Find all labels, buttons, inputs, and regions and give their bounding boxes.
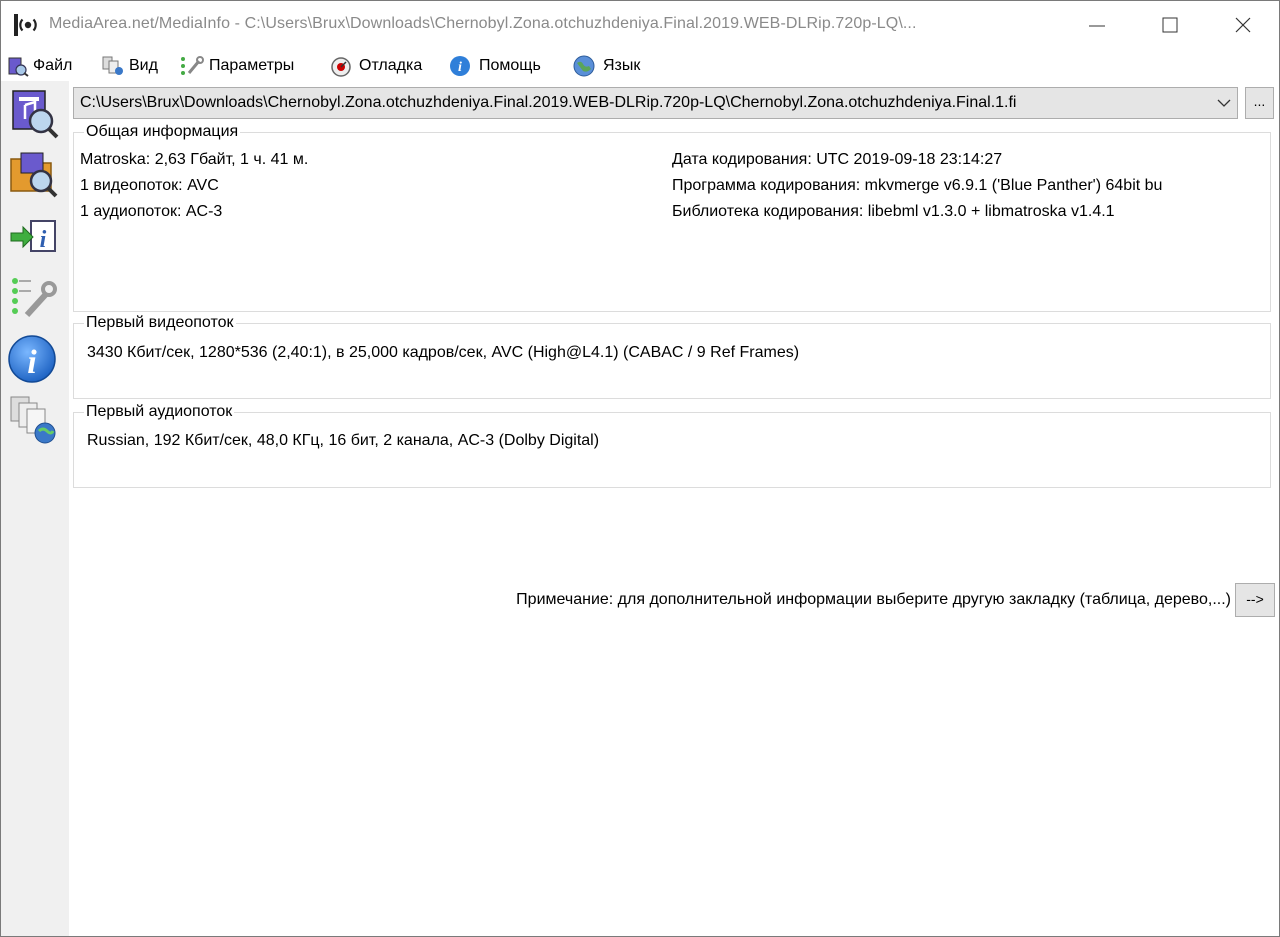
menu-language-label: Язык (603, 57, 641, 74)
video-stream-title: Первый видеопоток (84, 313, 236, 333)
minimize-button[interactable] (1061, 1, 1133, 49)
options-icon (181, 56, 204, 75)
video-stream-info: 3430 Кбит/сек, 1280*536 (2,40:1), в 25,0… (87, 344, 800, 361)
language-icon (573, 55, 595, 77)
menu-debug[interactable]: Отладка (329, 54, 422, 78)
title-bar[interactable]: MediaArea.net/MediaInfo - C:\Users\Brux\… (1, 1, 1279, 49)
minimize-icon (1089, 25, 1105, 27)
next-view-button[interactable]: --> (1235, 583, 1275, 617)
menu-options[interactable]: Параметры (179, 54, 294, 78)
svg-text:i: i (40, 227, 47, 253)
help-icon: i (450, 56, 470, 76)
close-button[interactable] (1207, 1, 1279, 49)
general-left-line-3: 1 аудиопоток: AC-3 (80, 203, 223, 220)
about-button[interactable]: i (7, 333, 61, 387)
menu-help[interactable]: i Помощь (449, 54, 541, 78)
view-icon (102, 56, 123, 75)
svg-text:i: i (27, 344, 37, 381)
preferences-icon (12, 278, 57, 318)
debug-icon (331, 57, 351, 77)
file-icon (8, 57, 29, 77)
main-content: C:\Users\Brux\Downloads\Chernobyl.Zona.o… (69, 81, 1279, 936)
menu-language[interactable]: Язык (573, 54, 640, 78)
preferences-button[interactable] (7, 273, 61, 327)
menu-bar: Файл Вид Параметры Отладка i Помощь Язык (1, 51, 1279, 81)
left-toolbar: i i (1, 81, 69, 936)
audio-stream-title: Первый аудиопоток (84, 402, 235, 422)
open-file-icon (12, 90, 59, 139)
knowledge-base-icon (10, 396, 56, 444)
general-info-title: Общая информация (84, 122, 241, 142)
file-selector-value: C:\Users\Brux\Downloads\Chernobyl.Zona.o… (80, 94, 1017, 111)
general-info-group: Общая информация Matroska: 2,63 Гбайт, 1… (73, 122, 1271, 312)
menu-options-label: Параметры (209, 57, 295, 74)
menu-view[interactable]: Вид (101, 54, 158, 78)
file-selector-dropdown[interactable]: C:\Users\Brux\Downloads\Chernobyl.Zona.o… (73, 87, 1238, 119)
video-stream-group: Первый видеопоток 3430 Кбит/сек, 1280*53… (73, 313, 1271, 399)
browse-button[interactable]: ... (1245, 87, 1274, 119)
general-left-line-2: 1 видеопоток: AVC (80, 177, 219, 194)
note-text: Примечание: для дополнительной информаци… (516, 591, 1231, 608)
menu-view-label: Вид (129, 57, 158, 74)
mediainfo-logo-icon (14, 14, 37, 36)
menu-file[interactable]: Файл (7, 54, 72, 78)
menu-file-label: Файл (33, 57, 73, 74)
general-right-line-2: Программа кодирования: mkvmerge v6.9.1 (… (672, 177, 1163, 194)
open-folder-button[interactable] (7, 145, 61, 199)
export-icon: i (10, 220, 56, 253)
general-right-line-1: Дата кодирования: UTC 2019-09-18 23:14:2… (672, 151, 1003, 168)
export-button[interactable]: i (7, 211, 61, 265)
menu-debug-label: Отладка (359, 57, 423, 74)
window-title: MediaArea.net/MediaInfo - C:\Users\Brux\… (49, 15, 917, 32)
chevron-down-icon (1217, 99, 1231, 107)
audio-stream-info: Russian, 192 Кбит/сек, 48,0 КГц, 16 бит,… (87, 432, 600, 449)
about-icon: i (8, 335, 56, 383)
open-folder-icon (10, 152, 58, 198)
audio-stream-group: Первый аудиопоток Russian, 192 Кбит/сек,… (73, 402, 1271, 488)
general-right-line-3: Библиотека кодирования: libebml v1.3.0 +… (672, 203, 1115, 220)
knowledge-base-button[interactable] (7, 393, 61, 447)
mediainfo-window: MediaArea.net/MediaInfo - C:\Users\Brux\… (0, 0, 1280, 937)
open-file-button[interactable] (7, 85, 61, 139)
maximize-button[interactable] (1134, 1, 1206, 49)
general-left-line-1: Matroska: 2,63 Гбайт, 1 ч. 41 м. (80, 151, 309, 168)
svg-text:i: i (458, 60, 462, 75)
maximize-icon (1162, 17, 1178, 33)
close-icon (1235, 17, 1251, 33)
menu-help-label: Помощь (479, 57, 541, 74)
